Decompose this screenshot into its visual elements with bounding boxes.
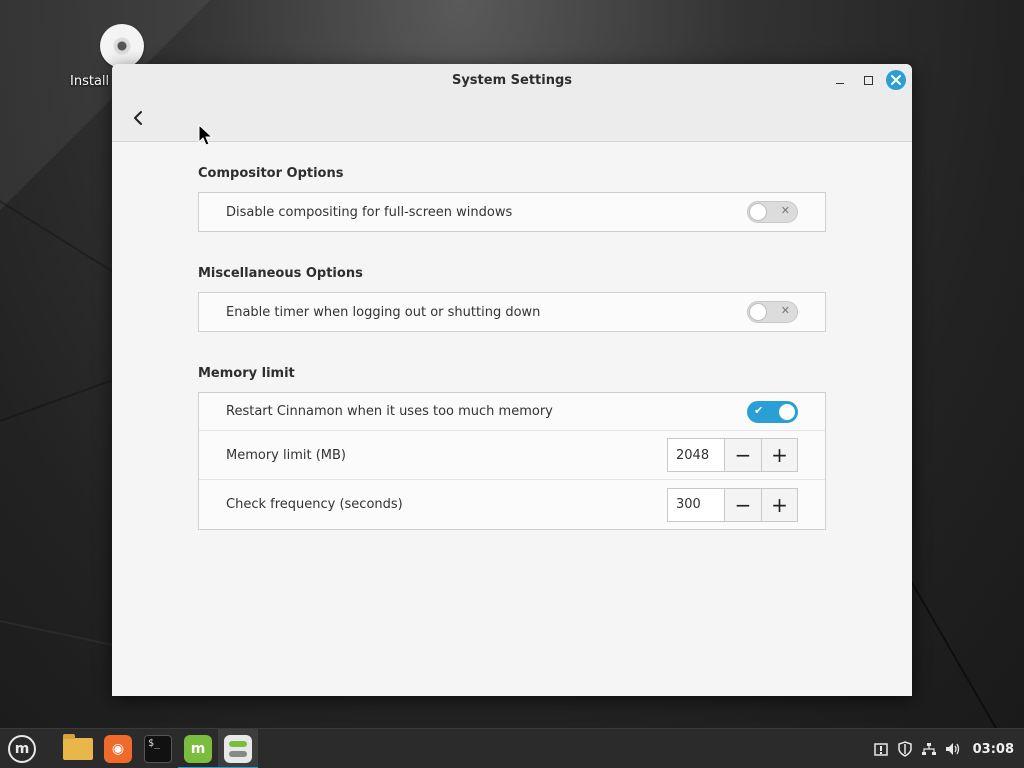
minimize-button[interactable] xyxy=(830,70,850,90)
system-settings-window: System Settings Compositor Options Disab… xyxy=(112,64,912,696)
disc-icon xyxy=(100,24,144,68)
settings-content: Compositor Options Disable compositing f… xyxy=(198,164,826,530)
row-label: Check frequency (seconds) xyxy=(226,497,403,512)
taskbar-app-files[interactable] xyxy=(58,729,98,768)
disable-compositing-switch[interactable]: ✕ xyxy=(747,201,798,223)
row-label: Restart Cinnamon when it uses too much m… xyxy=(226,404,553,419)
system-settings-icon xyxy=(224,735,252,763)
checkmark-icon: ✔ xyxy=(754,403,764,417)
minimize-icon xyxy=(836,82,844,84)
desktop-icon-install[interactable]: Install xyxy=(62,24,182,89)
switch-knob xyxy=(749,303,767,321)
increment-button[interactable]: + xyxy=(761,488,797,521)
volume-icon[interactable] xyxy=(941,729,965,768)
background-stripe xyxy=(898,560,1000,728)
row-label: Memory limit (MB) xyxy=(226,447,347,463)
x-icon: ✕ xyxy=(780,204,790,217)
menu-button[interactable]: m xyxy=(2,729,42,768)
memory-limit-spinbutton: 2048 − + xyxy=(667,438,798,472)
increment-button[interactable]: + xyxy=(761,439,797,471)
memory-limit-input[interactable]: 2048 xyxy=(668,439,725,471)
maximize-icon xyxy=(863,75,873,85)
close-icon xyxy=(891,75,901,85)
taskbar-app-system-settings[interactable] xyxy=(218,729,258,768)
chevron-left-icon xyxy=(134,111,142,125)
close-button[interactable] xyxy=(886,70,906,90)
settings-row: Disable compositing for full-screen wind… xyxy=(199,193,825,231)
notifications-icon[interactable] xyxy=(869,729,893,768)
header-bar xyxy=(112,96,912,142)
settings-row: Restart Cinnamon when it uses too much m… xyxy=(199,393,825,431)
system-tray: 03:08 xyxy=(869,729,1024,768)
window-controls xyxy=(830,70,906,90)
check-frequency-input[interactable]: 300 xyxy=(668,488,725,521)
section-title-compositor: Compositor Options xyxy=(198,166,344,181)
maximize-button[interactable] xyxy=(858,70,878,90)
window-title: System Settings xyxy=(451,72,573,88)
logout-timer-switch[interactable]: ✕ xyxy=(747,301,798,323)
taskbar-app-terminal[interactable]: $_ xyxy=(138,729,178,768)
mint-update-icon: m xyxy=(184,735,212,763)
settings-card: Enable timer when logging out or shuttin… xyxy=(198,292,826,332)
decrement-button[interactable]: − xyxy=(725,439,761,471)
section-title-miscellaneous: Miscellaneous Options xyxy=(198,266,363,281)
clock[interactable]: 03:08 xyxy=(965,742,1024,757)
desktop-icon-label: Install xyxy=(70,74,110,89)
back-button[interactable] xyxy=(126,106,150,130)
settings-card: Disable compositing for full-screen wind… xyxy=(198,192,826,232)
settings-row: Check frequency (seconds) 300 − + xyxy=(199,480,825,529)
mouse-cursor-icon xyxy=(198,124,214,146)
taskbar-app-firefox[interactable]: ◉ xyxy=(98,729,138,768)
taskbar-app-mint-update[interactable]: m xyxy=(178,729,218,768)
section-title-memory-limit: Memory limit xyxy=(198,366,295,381)
taskbar: m ◉ $_ m 03:08 xyxy=(0,728,1024,768)
files-icon xyxy=(63,734,93,760)
row-label: Enable timer when logging out or shuttin… xyxy=(226,304,541,320)
shield-icon[interactable] xyxy=(893,729,917,768)
terminal-icon: $_ xyxy=(144,735,172,763)
decrement-button[interactable]: − xyxy=(725,488,761,521)
settings-card: Restart Cinnamon when it uses too much m… xyxy=(198,392,826,530)
switch-knob xyxy=(749,203,767,221)
firefox-icon: ◉ xyxy=(104,735,132,763)
settings-row: Memory limit (MB) 2048 − + xyxy=(199,431,825,480)
switch-knob xyxy=(778,402,796,421)
settings-row: Enable timer when logging out or shuttin… xyxy=(199,293,825,331)
restart-cinnamon-switch[interactable]: ✔ xyxy=(747,400,798,423)
title-bar[interactable]: System Settings xyxy=(112,64,912,96)
check-frequency-spinbutton: 300 − + xyxy=(667,487,798,522)
linux-mint-menu-icon: m xyxy=(8,735,36,763)
row-label: Disable compositing for full-screen wind… xyxy=(226,204,513,220)
x-icon: ✕ xyxy=(780,304,790,317)
network-icon[interactable] xyxy=(917,729,941,768)
